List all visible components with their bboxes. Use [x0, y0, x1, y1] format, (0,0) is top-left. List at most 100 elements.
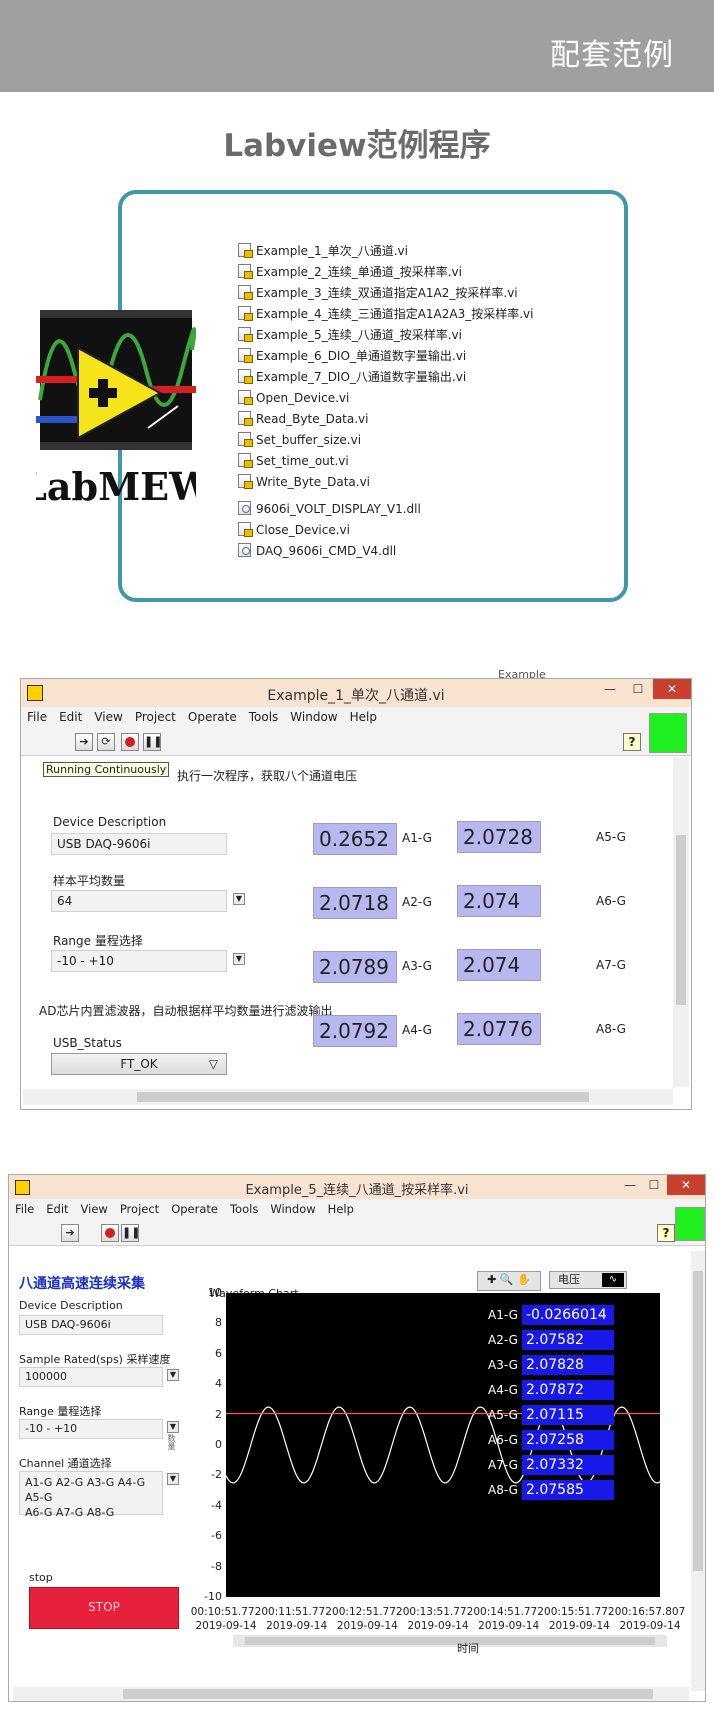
- minimize-icon[interactable]: —: [619, 1175, 641, 1195]
- y-tick-label: -4: [211, 1498, 222, 1512]
- maximize-icon[interactable]: ☐: [643, 1175, 665, 1195]
- channel-select-field[interactable]: A1-G A2-G A3-G A4-G A5-G A6-G A7-G A8-G: [19, 1471, 163, 1519]
- file-item[interactable]: Example_7_DIO_八通道数字量输出.vi: [238, 368, 466, 386]
- file-item[interactable]: Set_buffer_size.vi: [238, 431, 361, 449]
- x-tick-date: 2019-09-14: [195, 1620, 257, 1632]
- pause-icon[interactable]: ❚❚: [143, 733, 162, 751]
- minimize-icon[interactable]: —: [597, 679, 623, 699]
- menu-help[interactable]: Help: [322, 1199, 360, 1216]
- file-item[interactable]: Open_Device.vi: [238, 389, 349, 407]
- close-icon[interactable]: ✕: [667, 1175, 705, 1195]
- device-description-label: Device Description: [53, 815, 167, 829]
- menu-edit[interactable]: Edit: [53, 707, 88, 724]
- channel-label-a3: A3-G: [402, 959, 432, 973]
- channel-value-a1: 0.2652: [313, 823, 397, 855]
- file-item[interactable]: Example_5_连续_八通道_按采样率.vi: [238, 326, 462, 344]
- file-item[interactable]: Write_Byte_Data.vi: [238, 473, 370, 491]
- file-name: DAQ_9606i_CMD_V4.dll: [256, 544, 397, 558]
- file-name: 9606i_VOLT_DISPLAY_V1.dll: [256, 502, 421, 516]
- usb-status-field[interactable]: FT_OK ▽: [51, 1053, 227, 1075]
- menu-help[interactable]: Help: [344, 707, 383, 724]
- menu-tools[interactable]: Tools: [243, 707, 285, 724]
- menu-project[interactable]: Project: [114, 1199, 165, 1216]
- x-tick-time: 00:14:51.772: [473, 1606, 544, 1618]
- range-dropdown-icon[interactable]: ▼: [167, 1421, 179, 1433]
- sample-rate-field[interactable]: 100000: [19, 1367, 163, 1387]
- x-tick-label: 00:10:51.772 2019-09-14: [190, 1605, 262, 1633]
- readout-channel-label: A7-G: [488, 1458, 518, 1472]
- vi-file-icon: [238, 390, 253, 405]
- channel-value-a4: 2.0792: [313, 1015, 397, 1047]
- file-name: Close_Device.vi: [256, 523, 350, 537]
- device-description-field[interactable]: USB DAQ-9606i: [19, 1315, 163, 1335]
- abort-icon[interactable]: [121, 733, 139, 751]
- channel-label-a2: A2-G: [402, 895, 432, 909]
- menu-view[interactable]: View: [88, 707, 128, 724]
- close-icon[interactable]: ✕: [653, 679, 691, 699]
- menu-edit[interactable]: Edit: [40, 1199, 74, 1216]
- run-continuously-icon[interactable]: ⟳: [97, 733, 115, 751]
- run-status-indicator: [649, 713, 687, 753]
- abort-icon[interactable]: [101, 1224, 119, 1242]
- x-tick-time: 00:10:51.772: [190, 1606, 262, 1618]
- sample-average-dropdown-icon[interactable]: ▼: [233, 893, 245, 905]
- plot-legend-label: 电压: [558, 1273, 580, 1286]
- menu-operate[interactable]: Operate: [182, 707, 243, 724]
- pause-icon[interactable]: ❚❚: [121, 1224, 140, 1242]
- file-item[interactable]: DAQ_9606i_CMD_V4.dll: [238, 542, 396, 560]
- menu-file[interactable]: File: [21, 707, 53, 724]
- run-arrow-icon[interactable]: ➔: [61, 1224, 79, 1242]
- help-icon[interactable]: ?: [623, 733, 641, 751]
- file-item[interactable]: Set_time_out.vi: [238, 452, 349, 470]
- vi-file-icon: [238, 411, 253, 426]
- file-item[interactable]: Close_Device.vi: [238, 521, 350, 539]
- device-description-field[interactable]: USB DAQ-9606i: [51, 833, 227, 855]
- plot-legend[interactable]: 电压 ∿: [549, 1271, 627, 1289]
- menu-file[interactable]: File: [9, 1199, 40, 1216]
- y-tick-label: 10: [208, 1286, 222, 1299]
- file-item[interactable]: Example_6_DIO_单通道数字量输出.vi: [238, 347, 466, 365]
- file-name: Example_1_单次_八通道.vi: [256, 244, 408, 258]
- vertical-scrollbar[interactable]: [691, 1251, 705, 1691]
- range-field[interactable]: -10 - +10: [51, 950, 227, 972]
- horizontal-scrollbar[interactable]: [23, 1089, 673, 1105]
- file-item[interactable]: Example_2_连续_单通道_按采样率.vi: [238, 263, 462, 281]
- x-tick-time: 00:12:51.772: [332, 1606, 403, 1618]
- file-item[interactable]: Example_4_连续_三通道指定A1A2A3_按采样率.vi: [238, 305, 533, 323]
- channel-label-a5: A5-G: [596, 830, 626, 844]
- y-tick-label: 0: [215, 1438, 222, 1451]
- vi-file-icon: [238, 264, 253, 279]
- file-name: Example_7_DIO_八通道数字量输出.vi: [256, 370, 467, 384]
- vi-file-icon: [238, 306, 253, 321]
- file-item[interactable]: Example_1_单次_八通道.vi: [238, 242, 408, 260]
- menu-window[interactable]: Window: [284, 707, 343, 724]
- menu-window[interactable]: Window: [264, 1199, 321, 1216]
- file-item[interactable]: 9606i_VOLT_DISPLAY_V1.dll: [238, 500, 421, 518]
- file-item[interactable]: Example_3_连续_双通道指定A1A2_按采样率.vi: [238, 284, 518, 302]
- channel-label-a4: A4-G: [402, 1023, 432, 1037]
- dll-file-icon: [238, 543, 251, 557]
- menu-view[interactable]: View: [75, 1199, 114, 1216]
- stop-button[interactable]: STOP: [29, 1587, 179, 1629]
- chart-palette-tools[interactable]: ✚ 🔍 ✋: [477, 1271, 541, 1291]
- file-name: Set_time_out.vi: [256, 454, 349, 468]
- channel-select-dropdown-icon[interactable]: ▼: [167, 1473, 179, 1485]
- range-field[interactable]: -10 - +10: [19, 1419, 163, 1439]
- range-dropdown-icon[interactable]: ▼: [233, 953, 245, 965]
- maximize-icon[interactable]: ☐: [625, 679, 651, 699]
- horizontal-scrollbar[interactable]: [13, 1687, 689, 1701]
- menu-project[interactable]: Project: [129, 707, 182, 724]
- toolbar: ➔ ⟳ ❚❚ ?: [21, 729, 691, 756]
- vi-file-icon: [238, 474, 253, 489]
- sample-rate-dropdown-icon[interactable]: ▼: [167, 1369, 179, 1381]
- menu-operate[interactable]: Operate: [165, 1199, 224, 1216]
- y-tick-label: -6: [211, 1529, 222, 1543]
- menu-tools[interactable]: Tools: [224, 1199, 264, 1216]
- run-arrow-icon[interactable]: ➔: [75, 733, 93, 751]
- vertical-scrollbar[interactable]: [673, 757, 689, 1087]
- header-bar: 配套范例: [0, 0, 714, 92]
- help-icon[interactable]: ?: [657, 1224, 675, 1242]
- file-item[interactable]: Read_Byte_Data.vi: [238, 410, 368, 428]
- chart-scrollbar[interactable]: [233, 1635, 667, 1647]
- sample-average-field[interactable]: 64: [51, 890, 227, 912]
